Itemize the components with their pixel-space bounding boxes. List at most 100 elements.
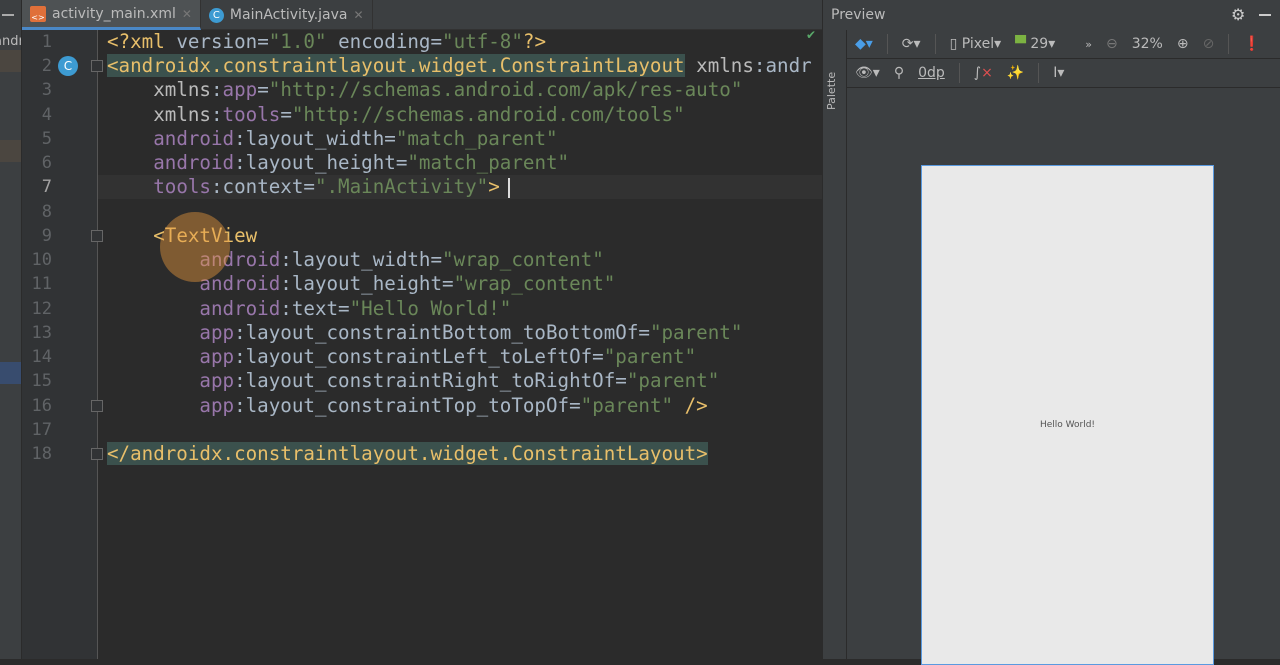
guidelines-icon[interactable]: I▾ — [1053, 65, 1064, 81]
code-token: xml — [130, 30, 177, 53]
hello-textview[interactable]: Hello World! — [922, 420, 1213, 430]
orientation-icon[interactable]: ⟳▾ — [902, 36, 921, 52]
palette-sidebar[interactable]: Palette — [823, 30, 847, 659]
line-number: 11 — [31, 274, 52, 295]
code-token: app — [222, 78, 258, 102]
code-token: "wrap_content" — [442, 248, 604, 272]
warning-icon[interactable]: ❗ — [1243, 36, 1260, 52]
code-token: <androidx.constraintlayout.widget.Constr… — [107, 54, 685, 78]
line-number: 18 — [31, 444, 52, 465]
line-number: 4 — [41, 104, 52, 125]
code-token: "parent" — [649, 320, 743, 344]
code-token: > — [488, 175, 500, 199]
project-item-selected[interactable] — [0, 362, 21, 384]
minimize-icon[interactable] — [2, 14, 14, 16]
code-token: :layout_constraintRight_toRightOf= — [234, 369, 627, 393]
zoom-fit-icon[interactable]: ⊘ — [1203, 36, 1215, 52]
code-token: version= — [176, 30, 269, 53]
code-line[interactable]: app:layout_constraintTop_toTopOf="parent… — [98, 394, 822, 418]
line-number: 6 — [41, 153, 52, 174]
android-icon: ▀ — [1015, 36, 1026, 52]
code-line[interactable]: xmlns:app="http://schemas.android.com/ap… — [98, 78, 822, 102]
code-token: :layout_constraintBottom_toBottomOf= — [234, 320, 650, 344]
class-icon: C — [208, 7, 224, 23]
code-token: /> — [673, 393, 708, 417]
line-number: 8 — [41, 201, 52, 222]
code-token: app — [199, 345, 235, 369]
device-label: Pixel — [961, 36, 995, 52]
zoom-out-icon[interactable]: ⊖ — [1106, 36, 1118, 52]
code-line[interactable] — [98, 418, 822, 442]
line-number: 7 — [41, 177, 52, 198]
code-token: xmlns — [153, 78, 211, 102]
project-item[interactable] — [0, 140, 21, 162]
code-token: "1.0" — [268, 30, 327, 53]
code-line[interactable]: android:layout_width="match_parent" — [98, 127, 822, 151]
code-token: tools — [222, 102, 281, 126]
xml-file-icon: <> — [30, 5, 46, 22]
line-number: 16 — [31, 395, 52, 416]
infer-constraints-icon[interactable]: ✨ — [1007, 65, 1024, 81]
code-line[interactable]: android:layout_height="match_parent" — [98, 151, 822, 175]
palette-label: Palette — [825, 71, 838, 110]
code-token: :layout_constraintLeft_toLeftOf= — [234, 345, 604, 369]
line-number: 12 — [31, 298, 52, 319]
project-panel-strip[interactable]: andr — [0, 0, 22, 659]
code-line[interactable]: xmlns:tools="http://schemas.android.com/… — [98, 103, 822, 127]
code-token: <? — [107, 30, 131, 53]
tab-main-activity-java[interactable]: C MainActivity.java ✕ — [201, 0, 373, 30]
code-token: ".MainActivity" — [314, 175, 489, 199]
code-line[interactable]: app:layout_constraintLeft_toLeftOf="pare… — [98, 345, 822, 369]
code-token: "http://schemas.android.com/tools" — [291, 102, 685, 126]
device-dropdown[interactable]: ▯ Pixel▾ — [950, 36, 1002, 52]
code-token: "utf-8" — [442, 30, 523, 53]
click-indicator — [160, 212, 230, 282]
code-token: "parent" — [580, 393, 674, 417]
layers-icon[interactable]: ◆▾ — [855, 36, 873, 52]
code-editor[interactable]: <?xml version="1.0" encoding="utf-8"?> <a… — [98, 30, 822, 659]
project-item[interactable] — [0, 50, 21, 72]
code-line[interactable]: <androidx.constraintlayout.widget.Constr… — [98, 54, 822, 78]
code-line[interactable]: app:layout_constraintRight_toRightOf="pa… — [98, 369, 822, 393]
code-token: tools — [153, 175, 211, 199]
code-token: : — [210, 78, 223, 102]
code-token: :layout_height= — [234, 151, 408, 175]
code-line[interactable]: android:text="Hello World!" — [98, 297, 822, 321]
code-line[interactable]: tools:context=".MainActivity"> — [98, 175, 822, 200]
magnet-icon[interactable]: ⚲ — [894, 65, 904, 81]
preview-toolbar: ◆▾ ⟳▾ ▯ Pixel▾ ▀ 29▾ » ⊖ 32% ⊕ ⊘ ❗ — [847, 30, 1280, 59]
code-token: xmlns — [696, 54, 754, 78]
code-line[interactable]: </androidx.constraintlayout.widget.Const… — [98, 442, 822, 466]
code-token: :layout_height= — [280, 272, 454, 296]
device-preview[interactable]: Hello World! — [921, 165, 1214, 665]
line-number: 14 — [31, 347, 52, 368]
code-token: "match_parent" — [407, 151, 570, 175]
class-gutter-icon[interactable]: C — [58, 56, 78, 76]
project-label: andr — [0, 34, 21, 49]
code-line[interactable]: <?xml version="1.0" encoding="utf-8"?> — [98, 30, 822, 54]
code-token: "http://schemas.android.com/apk/res-auto… — [268, 78, 743, 102]
clear-constraints-icon[interactable]: ∫× — [974, 65, 993, 81]
code-token: :text= — [280, 296, 350, 320]
tab-activity-main-xml[interactable]: <> activity_main.xml ✕ — [22, 0, 201, 30]
api-dropdown[interactable]: ▀ 29▾ — [1015, 36, 1055, 52]
gear-icon[interactable]: ⚙ — [1231, 5, 1245, 24]
code-token: "Hello World!" — [349, 296, 512, 320]
code-token: xmlns — [153, 102, 211, 126]
overflow-icon[interactable]: » — [1085, 38, 1092, 51]
preview-title: Preview — [831, 7, 886, 23]
close-icon[interactable]: ✕ — [182, 7, 192, 21]
default-margin[interactable]: 0dp — [918, 65, 945, 81]
close-icon[interactable]: ✕ — [354, 8, 364, 22]
eye-icon[interactable]: 👁▾ — [855, 65, 880, 81]
code-token: :context= — [210, 175, 315, 199]
code-token: app — [199, 320, 235, 344]
code-token: : — [210, 102, 223, 126]
zoom-in-icon[interactable]: ⊕ — [1177, 36, 1189, 52]
code-line[interactable]: app:layout_constraintBottom_toBottomOf="… — [98, 321, 822, 345]
minimize-icon[interactable] — [1259, 14, 1271, 16]
